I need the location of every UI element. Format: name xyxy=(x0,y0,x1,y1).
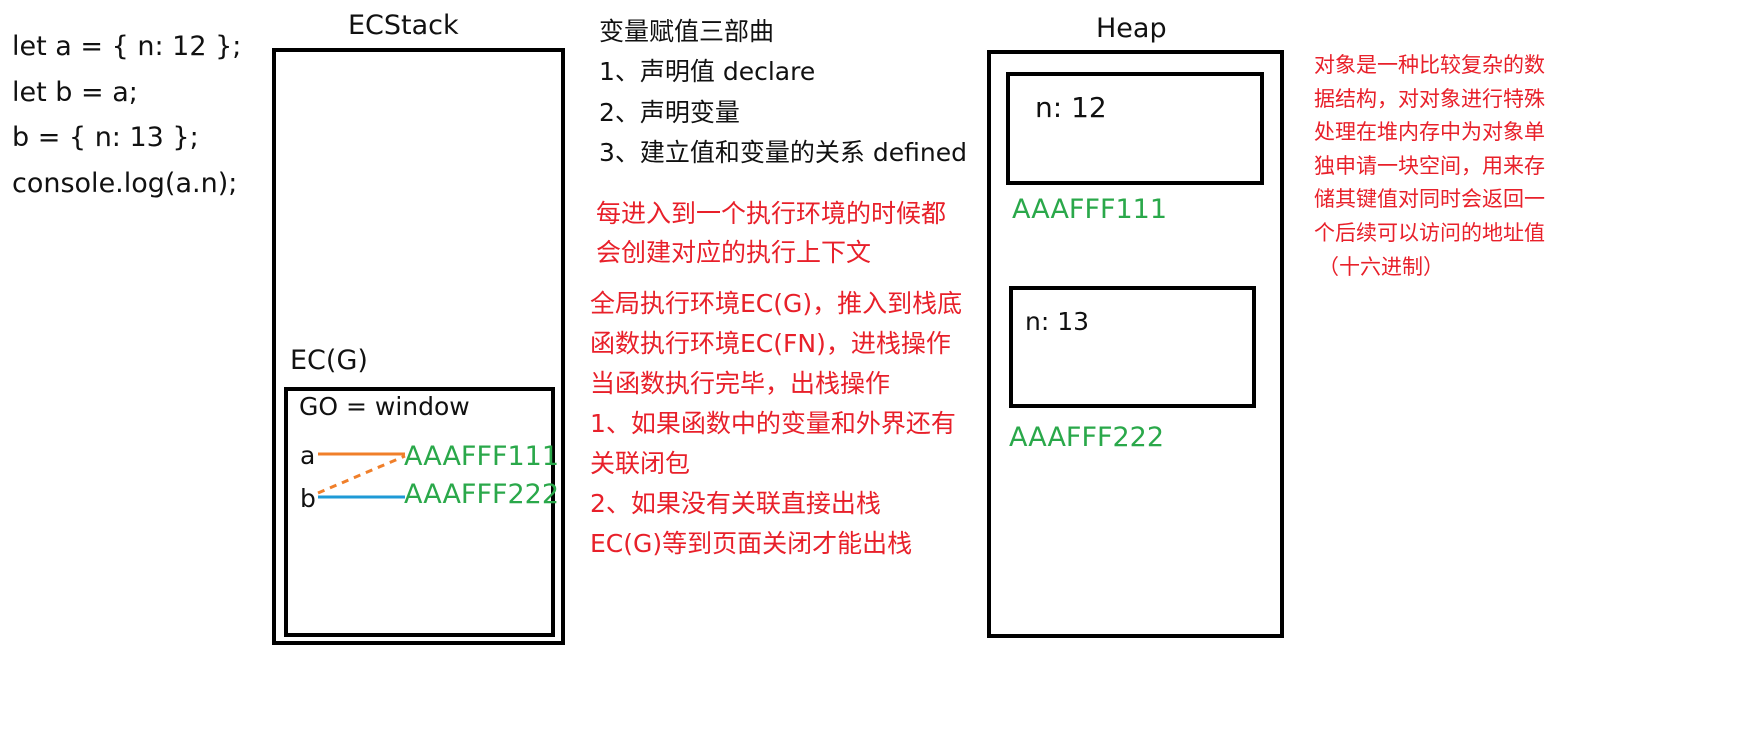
step-item: 3、建立值和变量的关系 defined xyxy=(599,138,967,167)
ec-note-line: 每进入到一个执行环境的时候都 xyxy=(596,199,947,228)
step-item: 2、声明变量 xyxy=(599,98,740,127)
stack-note-line: 全局执行环境EC(G)，推入到栈底 xyxy=(590,289,963,318)
object-note-line: 独申请一块空间，用来存 xyxy=(1314,153,1545,178)
object-note-line: 储其键值对同时会返回一 xyxy=(1314,187,1545,212)
stack-note-line: EC(G)等到页面关闭才能出栈 xyxy=(590,529,913,558)
heap-title: Heap xyxy=(1096,13,1167,44)
object-note-line: 处理在堆内存中为对象单 xyxy=(1314,120,1545,145)
stack-note-line: 函数执行环境EC(FN)，进栈操作 xyxy=(590,329,951,358)
link-b-to-111-dashed xyxy=(317,454,406,495)
ec-note-line: 会创建对应的执行上下文 xyxy=(596,238,872,267)
object-note-line: 据结构，对对象进行特殊 xyxy=(1314,86,1545,111)
heap-object-2-address: AAAFFF222 xyxy=(1009,422,1165,453)
stack-note-line: 当函数执行完毕，出栈操作 xyxy=(590,369,891,398)
step-item: 1、声明值 declare xyxy=(599,57,816,86)
heap-object-1-address: AAAFFF111 xyxy=(1012,194,1168,225)
heap-object-1-content: n: 12 xyxy=(1035,91,1107,124)
object-note-line: 个后续可以访问的地址值 xyxy=(1314,220,1545,245)
heap-object-2-content: n: 13 xyxy=(1025,307,1090,336)
object-note-line: （十六进制） xyxy=(1318,254,1444,279)
heap-object-2 xyxy=(1009,286,1256,408)
stack-note-line: 2、如果没有关联直接出栈 xyxy=(590,489,881,518)
object-note-line: 对象是一种比较复杂的数 xyxy=(1314,53,1545,77)
heap-object-1 xyxy=(1006,72,1264,185)
stack-note-line: 关联闭包 xyxy=(590,449,691,478)
steps-title: 变量赋值三部曲 xyxy=(599,17,775,46)
object-note: 对象是一种比较复杂的数 据结构，对对象进行特殊 处理在堆内存中为对象单 独申请一… xyxy=(1314,49,1545,284)
stack-note-line: 1、如果函数中的变量和外界还有 xyxy=(590,409,956,438)
